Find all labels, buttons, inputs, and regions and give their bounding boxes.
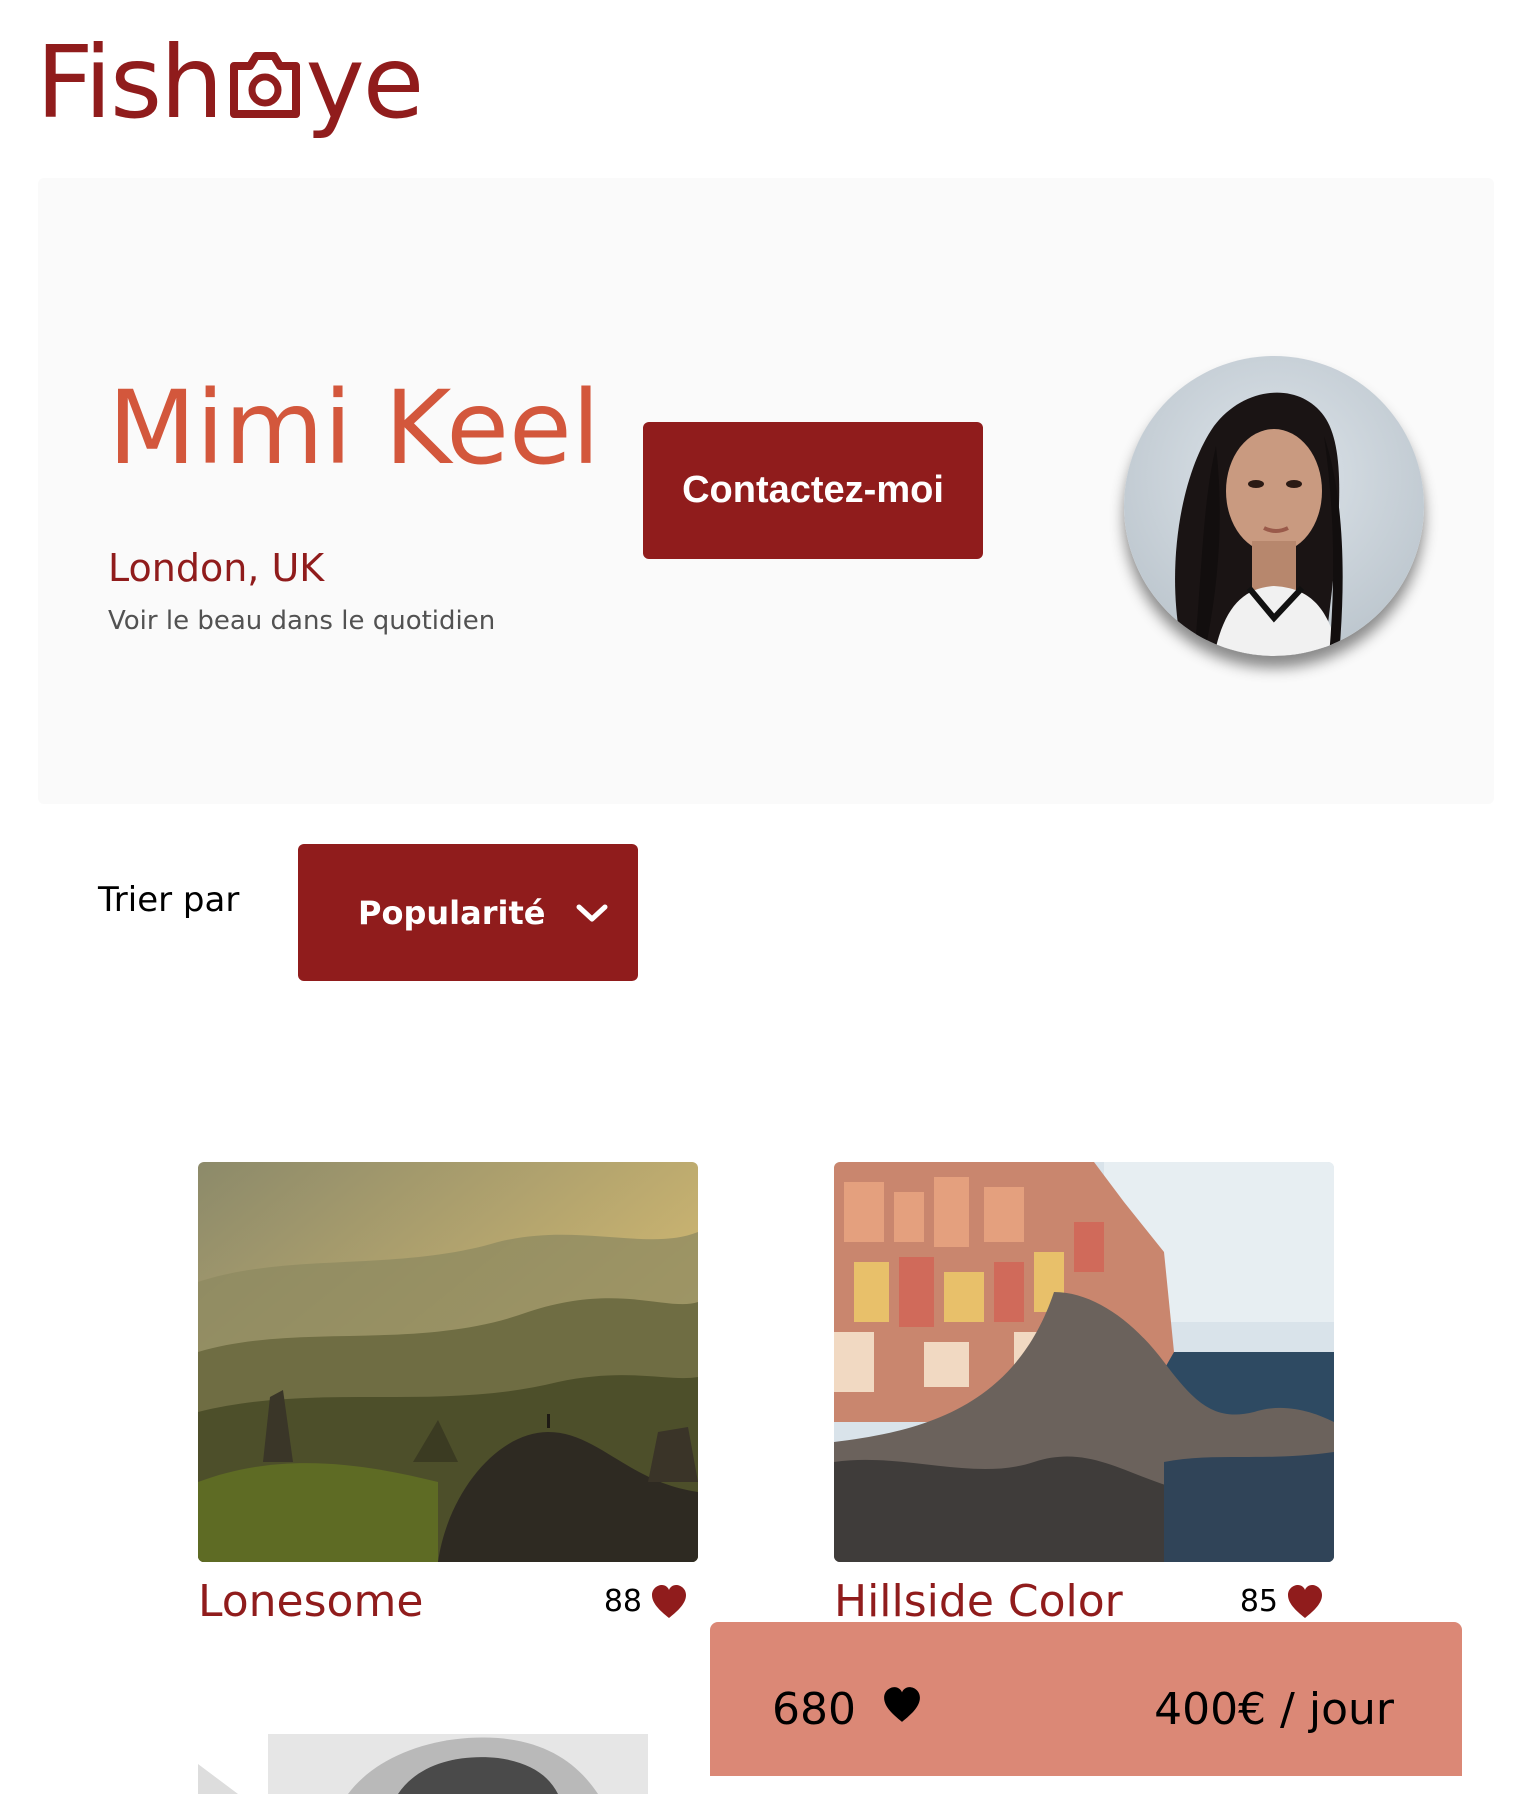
- media-card: Lonesome 88: [198, 1162, 698, 1627]
- heart-icon[interactable]: [650, 1584, 688, 1620]
- daily-price: 400€ / jour: [1154, 1684, 1394, 1735]
- logo-text-prefix: Fish: [36, 24, 224, 141]
- media-likes-count: 85: [1239, 1584, 1278, 1619]
- photographer-avatar: [1124, 356, 1424, 656]
- media-thumbnail[interactable]: [198, 1734, 698, 1794]
- media-card: Hillside Color 85: [834, 1162, 1334, 1627]
- photographer-name: Mimi Keel: [108, 369, 601, 488]
- media-title: Hillside Color: [834, 1576, 1123, 1627]
- heart-icon[interactable]: [1286, 1584, 1324, 1620]
- media-card: [198, 1734, 698, 1794]
- fisheye-logo[interactable]: Fish ye: [36, 24, 425, 141]
- stats-bar: 680 400€ / jour: [710, 1622, 1462, 1776]
- chevron-down-icon: [576, 904, 608, 921]
- contact-button[interactable]: Contactez-moi: [643, 422, 983, 559]
- media-title: Lonesome: [198, 1576, 424, 1627]
- camera-icon: [229, 52, 300, 118]
- photographer-location: London, UK: [108, 546, 325, 590]
- photographer-tagline: Voir le beau dans le quotidien: [108, 606, 496, 636]
- total-likes-count: 680: [772, 1684, 856, 1735]
- sort-dropdown[interactable]: Popularité: [298, 844, 638, 981]
- sort-label: Trier par: [98, 880, 240, 920]
- media-likes-count: 88: [603, 1584, 642, 1619]
- sort-selected-value: Popularité: [358, 893, 546, 932]
- photographer-header: Mimi Keel London, UK Voir le beau dans l…: [38, 178, 1494, 804]
- media-thumbnail[interactable]: [198, 1162, 698, 1562]
- logo-text-suffix: ye: [305, 24, 425, 141]
- heart-icon: [884, 1687, 920, 1722]
- media-thumbnail[interactable]: [834, 1162, 1334, 1562]
